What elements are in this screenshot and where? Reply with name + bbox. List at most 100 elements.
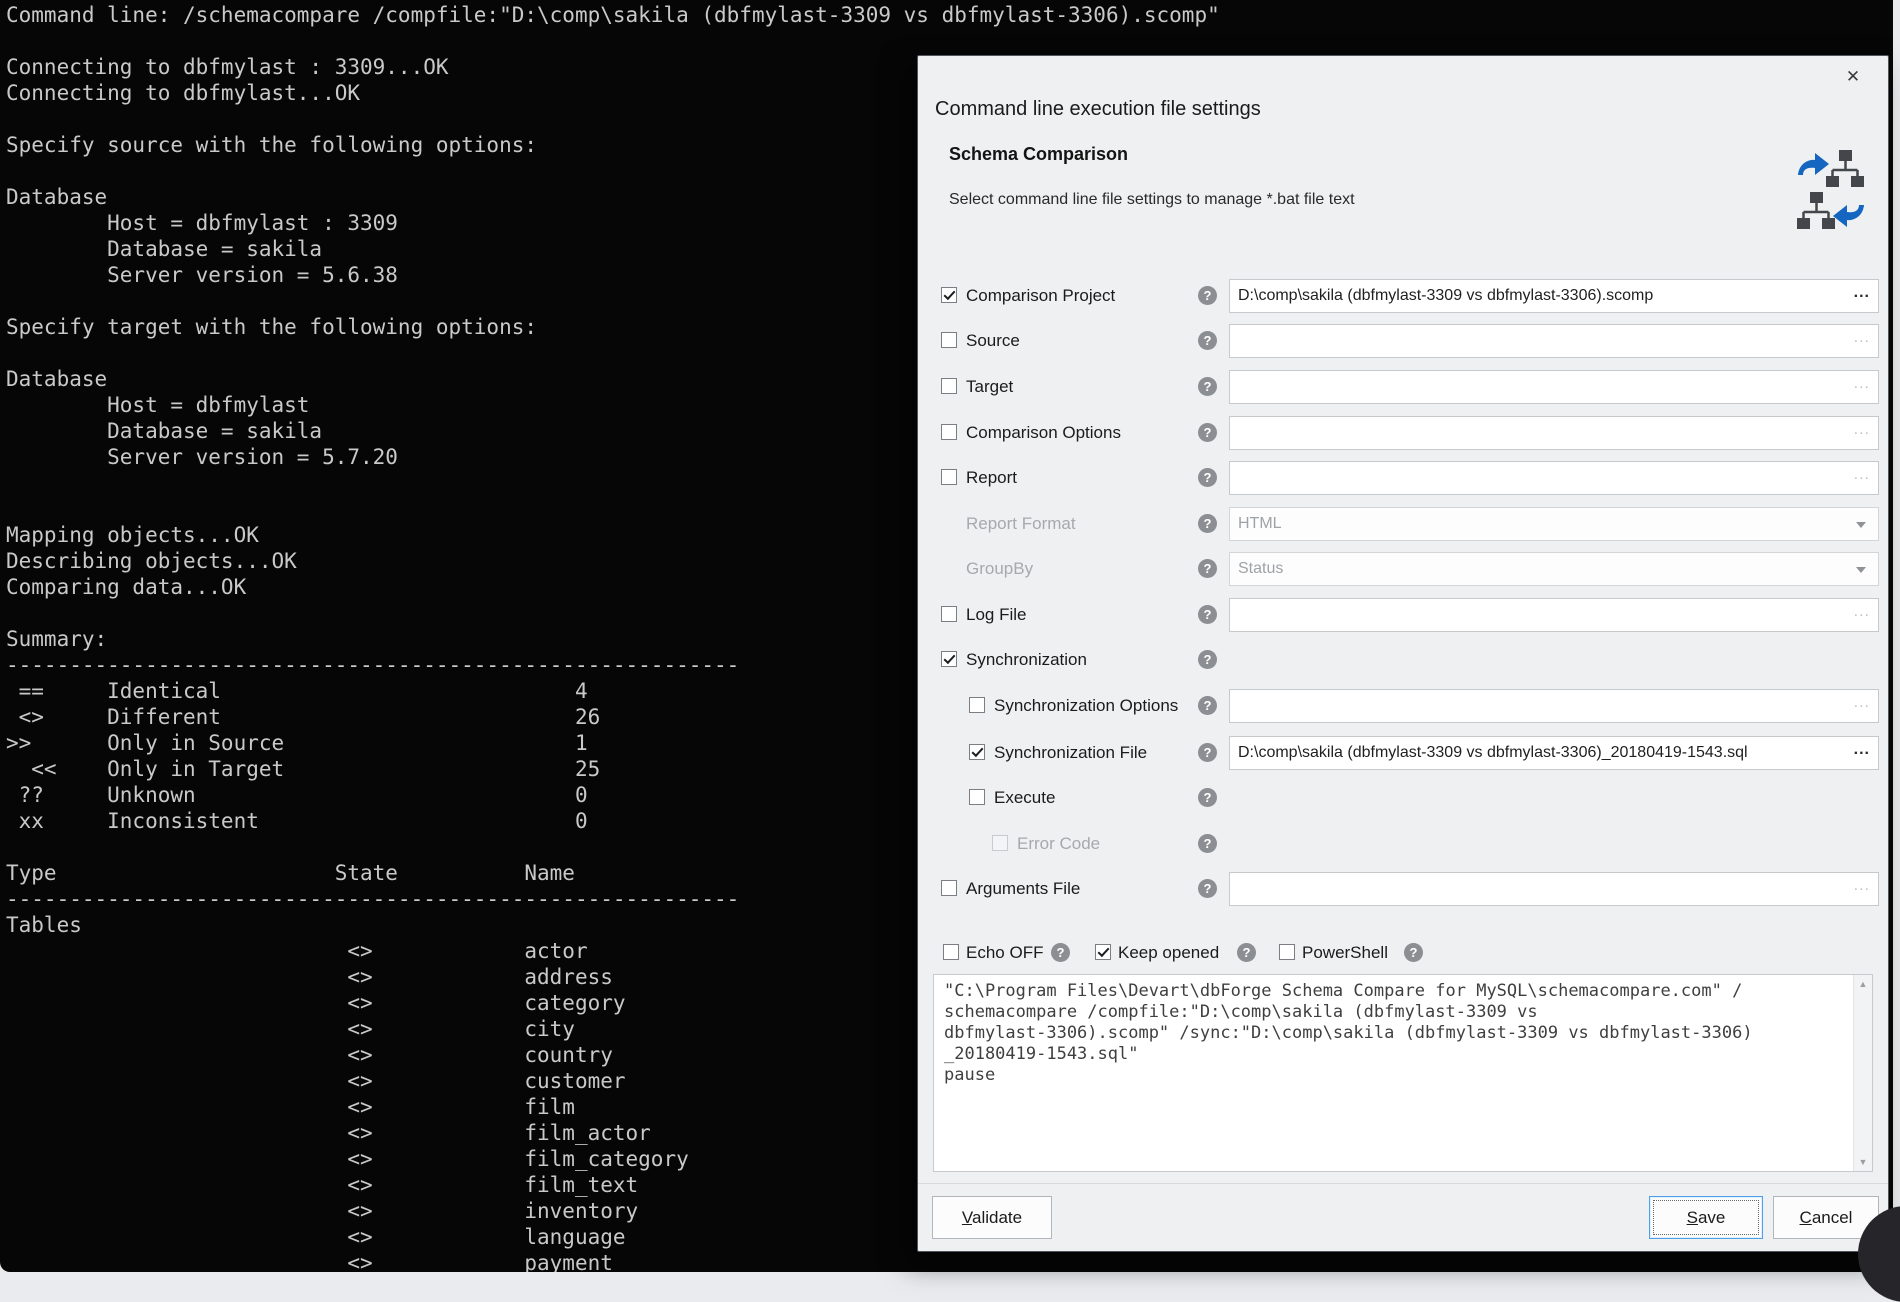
scroll-down-icon[interactable]: ▼	[1854, 1153, 1872, 1171]
comparison-options-field[interactable]: ...	[1229, 416, 1879, 450]
help-icon[interactable]: ?	[1198, 696, 1217, 715]
log-file-checkbox[interactable]	[941, 606, 957, 622]
synchronization-label[interactable]: Synchronization	[966, 650, 1087, 670]
help-icon[interactable]: ?	[1198, 331, 1217, 350]
comparison-project-value: D:\comp\sakila (dbfmylast-3309 vs dbfmyl…	[1238, 287, 1653, 304]
target-checkbox[interactable]	[941, 378, 957, 394]
browse-button[interactable]: ...	[1854, 598, 1870, 627]
target-field[interactable]: ...	[1229, 370, 1879, 404]
footer-divider	[918, 1183, 1888, 1184]
comparison-options-checkbox[interactable]	[941, 424, 957, 440]
row-bat-options: Echo OFF ? Keep opened ? PowerShell ?	[918, 936, 1888, 970]
report-checkbox[interactable]	[941, 469, 957, 485]
chevron-down-icon	[1856, 522, 1866, 528]
groupby-label: GroupBy	[966, 559, 1033, 579]
help-icon[interactable]: ?	[1198, 650, 1217, 669]
report-field[interactable]: ...	[1229, 461, 1879, 495]
help-icon[interactable]: ?	[1051, 943, 1070, 962]
bat-file-text-area[interactable]: "C:\Program Files\Devart\dbForge Schema …	[933, 974, 1873, 1172]
synchronization-file-field[interactable]: D:\comp\sakila (dbfmylast-3309 vs dbfmyl…	[1229, 736, 1879, 770]
scrollbar[interactable]: ▲ ▼	[1853, 975, 1872, 1171]
help-icon[interactable]: ?	[1198, 559, 1217, 578]
help-icon[interactable]: ?	[1198, 377, 1217, 396]
help-icon[interactable]: ?	[1198, 743, 1217, 762]
row-target: Target ? ...	[918, 370, 1888, 404]
row-report-format: Report Format ? HTML	[918, 507, 1888, 541]
browse-button[interactable]: ...	[1854, 370, 1870, 399]
scroll-up-icon[interactable]: ▲	[1854, 975, 1872, 993]
help-icon[interactable]: ?	[1198, 788, 1217, 807]
browse-button[interactable]: ...	[1854, 416, 1870, 445]
source-label[interactable]: Source	[966, 331, 1020, 351]
help-icon[interactable]: ?	[1198, 834, 1217, 853]
browse-button[interactable]: ...	[1854, 279, 1870, 308]
row-source: Source ? ...	[918, 324, 1888, 358]
section-heading: Schema Comparison	[949, 144, 1128, 165]
synchronization-options-field[interactable]: ...	[1229, 689, 1879, 723]
synchronization-checkbox[interactable]	[941, 651, 957, 667]
browse-button[interactable]: ...	[1854, 872, 1870, 901]
target-label[interactable]: Target	[966, 377, 1013, 397]
help-icon[interactable]: ?	[1198, 514, 1217, 533]
synchronization-file-checkbox[interactable]	[969, 744, 985, 760]
keep-opened-checkbox[interactable]	[1095, 944, 1111, 960]
help-icon[interactable]: ?	[1198, 879, 1217, 898]
browse-button[interactable]: ...	[1854, 689, 1870, 718]
cancel-mnemonic: C	[1800, 1208, 1812, 1227]
synchronization-file-value: D:\comp\sakila (dbfmylast-3309 vs dbfmyl…	[1238, 744, 1748, 761]
source-checkbox[interactable]	[941, 332, 957, 348]
comparison-project-label[interactable]: Comparison Project	[966, 286, 1115, 306]
report-format-label: Report Format	[966, 514, 1076, 534]
execute-label[interactable]: Execute	[994, 788, 1055, 808]
comparison-project-field[interactable]: D:\comp\sakila (dbfmylast-3309 vs dbfmyl…	[1229, 279, 1879, 313]
row-groupby: GroupBy ? Status	[918, 552, 1888, 586]
powershell-label[interactable]: PowerShell	[1302, 943, 1388, 963]
dialog-title: Command line execution file settings	[935, 98, 1261, 121]
browse-button[interactable]: ...	[1854, 736, 1870, 765]
powershell-checkbox[interactable]	[1279, 944, 1295, 960]
report-format-value: HTML	[1238, 515, 1282, 532]
comparison-options-label[interactable]: Comparison Options	[966, 423, 1121, 443]
log-file-label[interactable]: Log File	[966, 605, 1026, 625]
close-icon[interactable]: ✕	[1840, 64, 1866, 90]
help-icon[interactable]: ?	[1404, 943, 1423, 962]
validate-rest: alidate	[972, 1208, 1022, 1227]
validate-button[interactable]: Validate	[932, 1196, 1052, 1239]
error-code-checkbox	[992, 835, 1008, 851]
help-icon[interactable]: ?	[1198, 468, 1217, 487]
synchronization-file-label[interactable]: Synchronization File	[994, 743, 1147, 763]
arguments-file-checkbox[interactable]	[941, 880, 957, 896]
save-mnemonic: S	[1687, 1208, 1698, 1227]
save-button[interactable]: Save	[1649, 1196, 1763, 1239]
echo-off-label[interactable]: Echo OFF	[966, 943, 1043, 963]
echo-off-checkbox[interactable]	[943, 944, 959, 960]
report-format-dropdown: HTML	[1229, 507, 1879, 541]
chevron-down-icon	[1856, 567, 1866, 573]
cancel-rest: ancel	[1812, 1208, 1853, 1227]
help-icon[interactable]: ?	[1198, 605, 1217, 624]
row-comparison-options: Comparison Options ? ...	[918, 416, 1888, 450]
help-icon[interactable]: ?	[1198, 286, 1217, 305]
help-icon[interactable]: ?	[1237, 943, 1256, 962]
log-file-field[interactable]: ...	[1229, 598, 1879, 632]
browse-button[interactable]: ...	[1854, 461, 1870, 490]
arguments-file-field[interactable]: ...	[1229, 872, 1879, 906]
synchronization-options-label[interactable]: Synchronization Options	[994, 696, 1178, 716]
row-report: Report ? ...	[918, 461, 1888, 495]
groupby-dropdown: Status	[1229, 552, 1879, 586]
row-log-file: Log File ? ...	[918, 598, 1888, 632]
synchronization-options-checkbox[interactable]	[969, 697, 985, 713]
source-field[interactable]: ...	[1229, 324, 1879, 358]
report-label[interactable]: Report	[966, 468, 1017, 488]
row-synchronization-file: Synchronization File ? D:\comp\sakila (d…	[918, 736, 1888, 770]
arguments-file-label[interactable]: Arguments File	[966, 879, 1080, 899]
keep-opened-label[interactable]: Keep opened	[1118, 943, 1219, 963]
groupby-value: Status	[1238, 560, 1283, 577]
browse-button[interactable]: ...	[1854, 324, 1870, 353]
schema-comparison-icon	[1796, 148, 1866, 232]
save-rest: ave	[1698, 1208, 1725, 1227]
row-error-code: Error Code ?	[918, 827, 1888, 861]
execute-checkbox[interactable]	[969, 789, 985, 805]
help-icon[interactable]: ?	[1198, 423, 1217, 442]
comparison-project-checkbox[interactable]	[941, 287, 957, 303]
